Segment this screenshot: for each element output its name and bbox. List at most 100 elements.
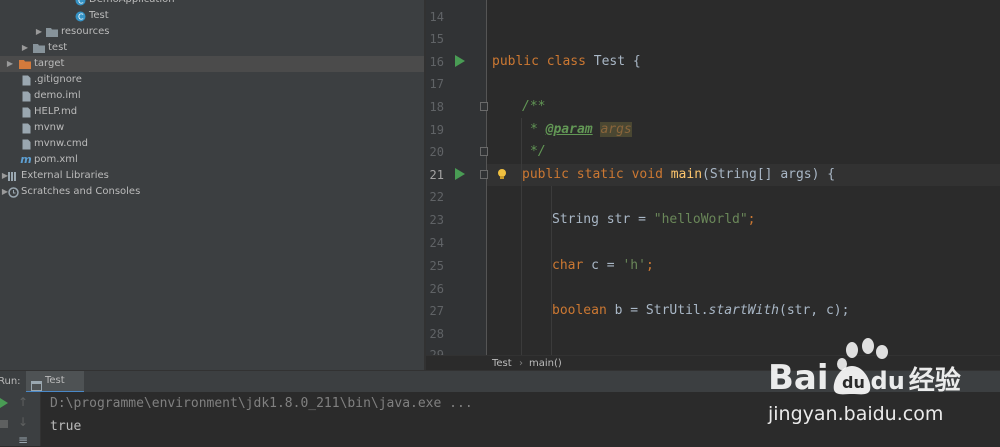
maven-icon: m <box>20 153 32 166</box>
code-token: c = <box>583 258 623 273</box>
breadcrumb-separator: › <box>519 358 523 369</box>
chevron-right-icon[interactable]: ▶ <box>5 56 15 72</box>
tree-item-target[interactable]: ▶ target <box>0 56 424 72</box>
code-token: public <box>492 54 539 69</box>
up-arrow-icon[interactable]: ↑ <box>18 396 28 408</box>
tree-item-label: DemoApplication <box>89 0 175 8</box>
tree-item-label: demo.iml <box>34 90 81 101</box>
line-number: 29 <box>429 348 444 355</box>
tree-item-label: External Libraries <box>21 170 109 181</box>
file-icon <box>21 120 31 136</box>
line-number: 15 <box>429 32 444 46</box>
file-icon <box>21 88 31 104</box>
code-token: Test { <box>593 54 641 69</box>
code-token: main <box>670 167 703 182</box>
code-token: boolean <box>552 303 607 318</box>
tree-item-label: mvnw <box>34 122 65 133</box>
file-icon <box>21 104 31 120</box>
wrap-lines-icon[interactable]: ≡ <box>18 434 28 446</box>
line-number: 26 <box>429 282 444 296</box>
java-class-icon: C <box>74 8 86 24</box>
fold-icon[interactable] <box>480 170 488 179</box>
rerun-icon[interactable] <box>0 398 8 408</box>
tree-item-label: .gitignore <box>34 74 82 85</box>
tree-item-mvnw[interactable]: mvnw <box>0 120 424 136</box>
code-token: class <box>546 54 586 69</box>
chevron-right-icon[interactable]: ▶ <box>34 24 44 40</box>
code-line-27: boolean b = StrUtil.startWith(str, c); <box>552 300 849 322</box>
line-number: 18 <box>429 100 444 114</box>
tree-item-test-class[interactable]: C Test <box>0 8 424 24</box>
tree-item-label: mvnw.cmd <box>34 138 89 149</box>
code-token: ; <box>645 258 654 273</box>
run-tab-test[interactable]: Test <box>26 371 84 393</box>
code-token: char <box>552 258 584 273</box>
code-token: (String[] args) { <box>702 167 836 182</box>
line-number: 23 <box>429 213 444 227</box>
code-token: String str = <box>552 212 654 227</box>
code-line-18: /** <box>522 99 546 114</box>
code-token: 'h' <box>622 258 646 273</box>
fold-icon[interactable] <box>480 102 488 111</box>
watermark-url: jingyan.baidu.com <box>768 403 944 425</box>
fold-icon[interactable] <box>480 147 488 156</box>
code-line-25: char c = 'h'; <box>552 255 654 277</box>
watermark-cn: 经验 <box>908 366 961 396</box>
file-icon <box>21 136 31 152</box>
tree-item-label: target <box>34 58 65 69</box>
tree-item-resources[interactable]: ▶ resources <box>0 24 424 40</box>
code-token: @param <box>545 122 593 137</box>
folder-orange-icon <box>19 56 31 72</box>
run-main-icon[interactable] <box>455 168 465 180</box>
indent-guide <box>521 118 522 355</box>
code-token: void <box>631 167 663 182</box>
line-number: 16 <box>429 55 444 69</box>
stop-icon[interactable] <box>0 420 8 428</box>
down-arrow-icon[interactable]: ↓ <box>18 416 28 428</box>
run-label: Run: <box>0 376 21 387</box>
code-line-16: public class Test { <box>492 51 641 73</box>
tree-item-demo-iml[interactable]: demo.iml <box>0 88 424 104</box>
chevron-right-icon[interactable]: ▶ <box>20 40 30 56</box>
code-line-19: * @param args <box>530 119 632 141</box>
folder-icon <box>46 24 58 40</box>
baidu-jingyan-watermark: Bai du 经验 du jingyan.baidu.com <box>760 336 1000 436</box>
java-class-icon: C <box>74 0 86 8</box>
run-class-icon[interactable] <box>455 55 465 67</box>
tree-item-gitignore[interactable]: .gitignore <box>0 72 424 88</box>
paw-pad-icon: du <box>833 366 871 395</box>
console-line: true <box>50 419 82 434</box>
code-token: static <box>576 167 624 182</box>
file-icon <box>21 72 31 88</box>
tree-item-pom-xml[interactable]: m pom.xml <box>0 152 424 168</box>
code-line-21: public static void main(String[] args) { <box>522 164 835 186</box>
line-number: 14 <box>429 10 444 24</box>
tree-item-mvnw-cmd[interactable]: mvnw.cmd <box>0 136 424 152</box>
scratches-icon <box>7 184 19 200</box>
line-number: 19 <box>429 123 444 137</box>
breadcrumb-method[interactable]: main() <box>529 356 562 371</box>
line-number: 17 <box>429 77 444 91</box>
tree-item-scratches[interactable]: ▶ Scratches and Consoles <box>0 184 424 200</box>
svg-text:C: C <box>78 0 84 5</box>
line-number: 24 <box>429 236 444 250</box>
lightbulb-icon[interactable] <box>497 167 507 181</box>
tree-item-demoapplication[interactable]: C DemoApplication <box>0 0 424 8</box>
line-number: 25 <box>429 259 444 273</box>
tree-item-label: pom.xml <box>34 154 78 165</box>
code-token: public <box>522 167 569 182</box>
breadcrumb-class[interactable]: Test <box>492 356 512 371</box>
tree-item-test-folder[interactable]: ▶ test <box>0 40 424 56</box>
code-token: b = StrUtil. <box>606 303 709 318</box>
code-token: "helloWorld" <box>653 212 748 227</box>
svg-text:C: C <box>78 12 84 21</box>
library-icon <box>7 168 19 184</box>
code-token: startWith <box>708 303 779 318</box>
code-token: args <box>600 122 632 137</box>
code-token: * <box>530 122 546 137</box>
tree-item-external-libraries[interactable]: ▶ External Libraries <box>0 168 424 184</box>
code-token: (str, c); <box>779 303 850 318</box>
tree-item-label: test <box>48 42 68 53</box>
run-toolbar: ↑ ↓ ≡ <box>0 392 41 446</box>
tree-item-help-md[interactable]: HELP.md <box>0 104 424 120</box>
